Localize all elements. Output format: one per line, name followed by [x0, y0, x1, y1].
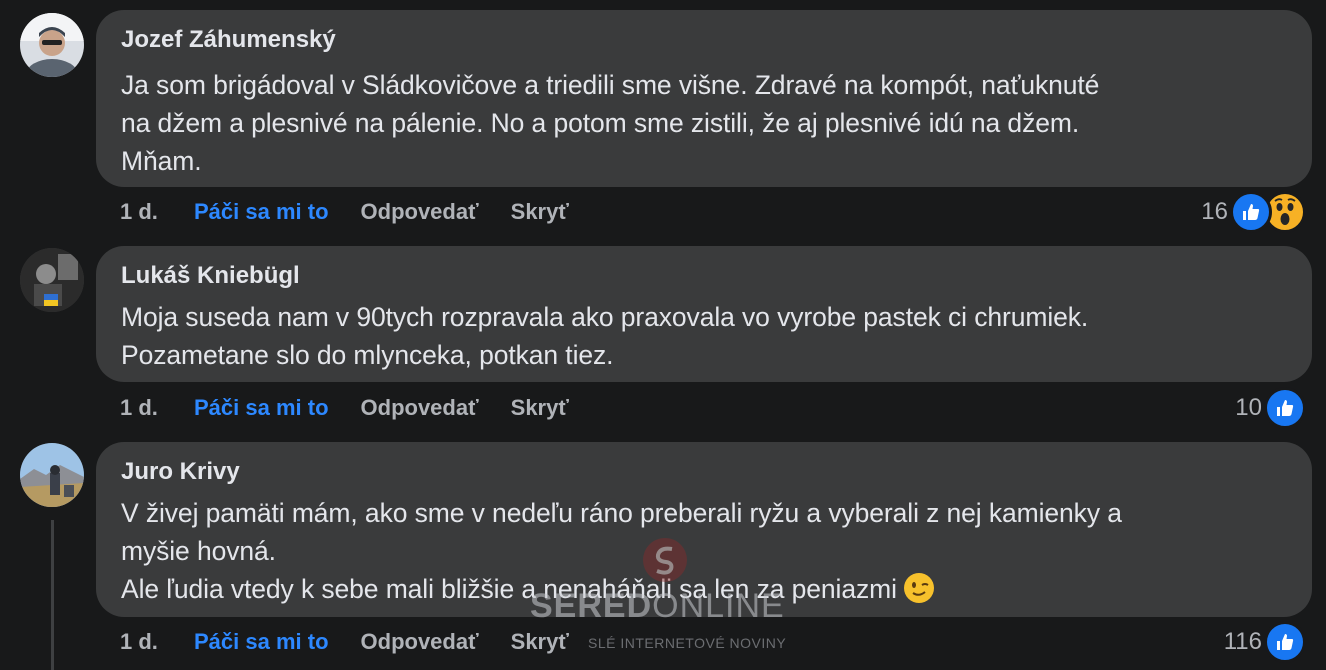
reaction-summary[interactable]: 10	[1235, 387, 1306, 429]
comment-actions: 1 d. Páči sa mi to Odpovedať Skryť	[120, 390, 569, 426]
like-icon	[1264, 387, 1306, 429]
comment-time[interactable]: 1 d.	[120, 199, 194, 225]
comment-author[interactable]: Jozef Záhumenský	[121, 24, 1288, 56]
comment-text: Ja som brigádoval v Sládkovičove a tried…	[121, 70, 1100, 176]
hide-button[interactable]: Skryť	[511, 395, 569, 421]
reaction-count: 116	[1223, 628, 1262, 655]
reply-button[interactable]: Odpovedať	[361, 199, 479, 225]
reaction-count: 10	[1235, 394, 1262, 421]
reply-button[interactable]: Odpovedať	[361, 395, 479, 421]
reply-button[interactable]: Odpovedať	[361, 629, 479, 655]
hide-button[interactable]: Skryť	[511, 199, 569, 225]
comment-author[interactable]: Juro Krivy	[121, 456, 1288, 488]
reaction-count: 16	[1201, 198, 1228, 225]
comment-actions: 1 d. Páči sa mi to Odpovedať Skryť	[120, 194, 569, 230]
comment-text: Moja suseda nam v 90tych rozpravala ako …	[121, 302, 1089, 370]
comment-bubble: Lukáš Kniebügl Moja suseda nam v 90tych …	[96, 246, 1312, 382]
comment-time[interactable]: 1 d.	[120, 395, 194, 421]
avatar[interactable]	[20, 248, 84, 312]
comment-text-line: Ale ľudia vtedy k sebe mali bližšie a ne…	[121, 574, 897, 604]
reaction-summary[interactable]: 16	[1201, 191, 1306, 233]
like-button[interactable]: Páči sa mi to	[194, 629, 329, 655]
comment-time[interactable]: 1 d.	[120, 629, 194, 655]
comment-text-line: V živej pamäti mám, ako sme v nedeľu rán…	[121, 498, 1122, 566]
comment-text: V živej pamäti mám, ako sme v nedeľu rán…	[121, 494, 1288, 608]
wink-emoji-icon	[904, 573, 935, 603]
avatar[interactable]	[20, 443, 84, 507]
avatar[interactable]	[20, 13, 84, 77]
hide-button[interactable]: Skryť	[511, 629, 569, 655]
thread-line	[51, 520, 54, 670]
like-button[interactable]: Páči sa mi to	[194, 199, 329, 225]
reaction-summary[interactable]: 116	[1223, 621, 1306, 663]
like-icon	[1264, 621, 1306, 663]
comment-bubble: Juro Krivy V živej pamäti mám, ako sme v…	[96, 442, 1312, 617]
like-button[interactable]: Páči sa mi to	[194, 395, 329, 421]
comment-author[interactable]: Lukáš Kniebügl	[121, 260, 1288, 292]
like-icon	[1230, 191, 1272, 233]
comment-actions: 1 d. Páči sa mi to Odpovedať Skryť	[120, 624, 569, 660]
watermark-subtitle: SLÉ INTERNETOVÉ NOVINY	[588, 635, 787, 651]
comment-bubble: Jozef Záhumenský Ja som brigádoval v Slá…	[96, 10, 1312, 187]
